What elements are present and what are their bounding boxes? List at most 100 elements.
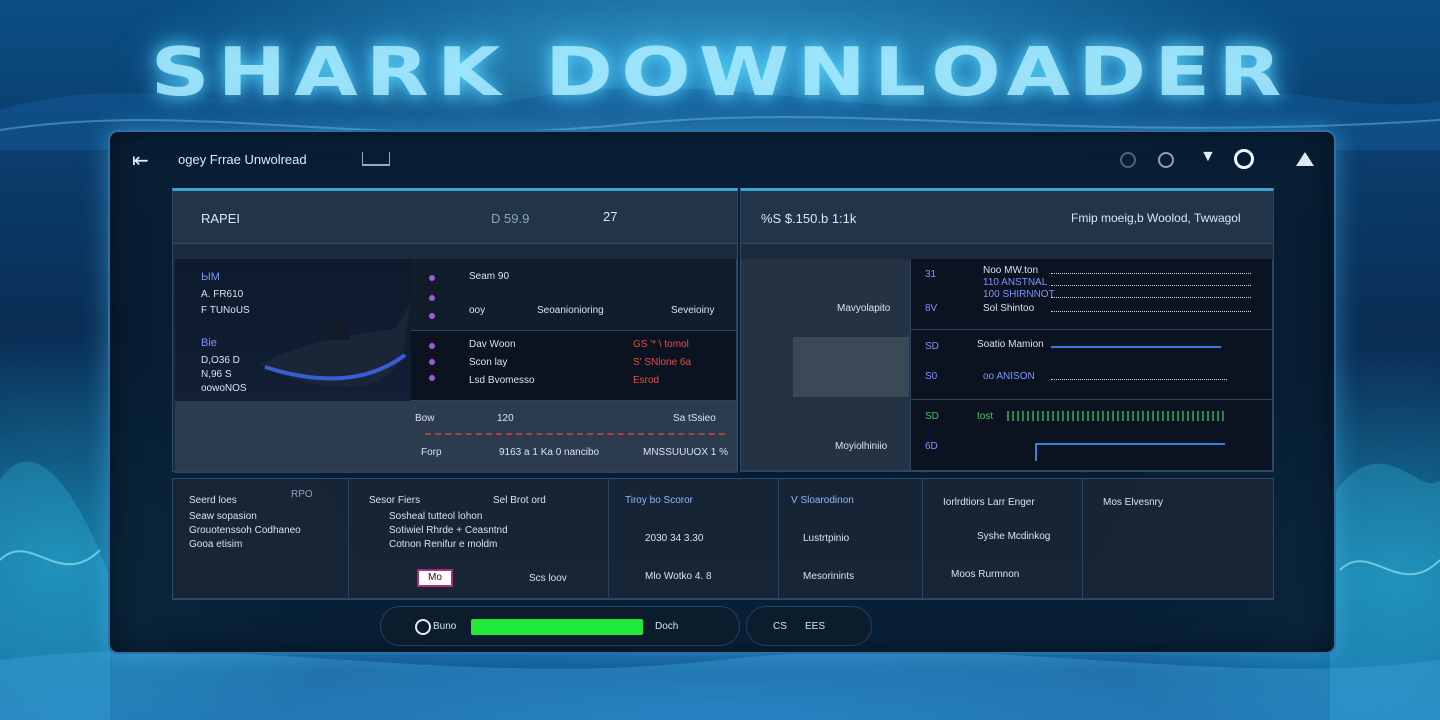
right-row-7-label[interactable]: tost <box>977 411 993 422</box>
col2-head1: Sesor Fiers <box>369 495 421 506</box>
col2-head2: Sel Brot ord <box>493 495 546 506</box>
right-row-4-label[interactable]: Sol Shintoo <box>983 303 1034 314</box>
close-icon[interactable] <box>1234 149 1254 169</box>
right-row-1-num: 31 <box>925 269 937 280</box>
col1-head1: Seerd loes <box>189 495 237 506</box>
right-left-column: Mavyolapito Moyiolhiniio <box>741 259 911 471</box>
col1-line3[interactable]: Gooa etisim <box>189 539 242 550</box>
right-row-5-num: SD <box>925 341 939 352</box>
minimize-icon[interactable] <box>1120 152 1136 168</box>
row-1-value: GS '* \ tomol <box>633 339 689 350</box>
status-dot <box>429 375 435 381</box>
right-row-5-label[interactable]: Soatio Mamion <box>977 339 1044 350</box>
right-header-right: Fmip moeig,b Woolod, Twwagol <box>1071 211 1241 225</box>
right-row-3-label[interactable]: 100 SHIRNNOT <box>983 289 1055 300</box>
bottom-col-6: Mos Elvesnry <box>1083 479 1273 599</box>
bottom-footer-left: Forp <box>421 447 442 458</box>
right-row-6-num: S0 <box>925 371 938 382</box>
shark-image-card[interactable]: ЫМ A. FR610 F TUNoUS Bie D,O36 D N,96 S … <box>175 259 411 401</box>
col2-line2[interactable]: Sotiwiel Rhrde + Ceasntnd <box>389 525 508 536</box>
bottom-col-3: Tiroy bo Scoror 2030 34 3.30 Mlo Wotko 4… <box>609 479 779 599</box>
maximize-icon[interactable] <box>1158 152 1174 168</box>
card1-line-1: ЫМ <box>201 271 220 283</box>
status-dot <box>429 295 435 301</box>
right-left-label: Mavyolapito <box>837 303 891 314</box>
col1-line2[interactable]: Grouotenssoh Codhaneo <box>189 525 301 536</box>
row-2-label[interactable]: Scon lay <box>469 357 507 368</box>
search-label[interactable]: Buno <box>433 621 456 632</box>
footer-status-pill[interactable]: CS EES <box>746 606 872 646</box>
bottom-col-4: V Sloarodinon Lustrtpinio Mesorinints <box>779 479 923 599</box>
col1-line1[interactable]: Seaw sopasion <box>189 511 257 522</box>
left-header-value: D 59.9 <box>491 211 530 226</box>
right-row-1-label[interactable]: Noo MW.ton <box>983 265 1038 276</box>
bottom-footer-mid: 9163 a 1 Ka 0 nancibo <box>499 447 600 458</box>
bottom-row-label: Bow <box>415 413 435 424</box>
right-row-6-label[interactable]: oo ANISON <box>983 371 1035 382</box>
download-progress-pill: Buno Doch <box>380 606 740 646</box>
card1-line-3: F TUNoUS <box>201 305 250 316</box>
col2-line1[interactable]: Sosheal tutteol lohon <box>389 511 482 522</box>
card2-line-1: Bie <box>201 337 217 349</box>
col5-v2: Moos Rurmnon <box>951 569 1020 580</box>
right-row-2-label[interactable]: 110 ANSTNAL <box>983 277 1047 288</box>
left-header-count: 27 <box>603 209 618 224</box>
left-data-rows: Dav Woon GS '* \ tomol Scon lay S' SNlon… <box>411 331 737 401</box>
row-divider <box>911 329 1273 330</box>
list-top-2: ooy <box>469 305 486 316</box>
left-list-top: Seam 90 ooy Seoanionioring Seveioiny <box>411 259 737 331</box>
back-arrow-icon[interactable]: ⇤ <box>132 148 149 173</box>
progress-label: Doch <box>655 621 679 632</box>
row-2-value: S' SNlone 6a <box>633 357 692 368</box>
card2-line-3: N,96 S <box>201 369 232 380</box>
row-divider <box>911 399 1273 400</box>
right-data-list: 31 Noo MW.ton 110 ANSTNAL 100 SHIRNNOT 8… <box>911 259 1273 471</box>
leader-line <box>1051 273 1251 274</box>
col5-head: Iorlrdtiors Larr Enger <box>943 497 1035 508</box>
col1-head2: RPO <box>291 489 313 500</box>
status-dot <box>429 359 435 365</box>
status-icon-label: CS <box>773 621 787 632</box>
row-3-label[interactable]: Lsd Bvomesso <box>469 375 535 386</box>
leader-line <box>1051 297 1251 298</box>
status-dot <box>429 275 435 281</box>
right-row-8-num: 6D <box>925 441 938 452</box>
window-title: ogey Frrae Unwolread <box>178 152 307 167</box>
status-dot <box>429 343 435 349</box>
bottom-grid: Seerd loes RPO Seaw sopasion Grouotensso… <box>172 478 1274 600</box>
bottom-footer-right: MNSSUUUOX 1 % <box>643 447 729 458</box>
right-row-4-num: 8V <box>925 303 938 314</box>
app-window: ⇤ ogey Frrae Unwolread ▼ RAPEI D 59.9 27… <box>108 130 1336 654</box>
left-panel: RAPEI D 59.9 27 ЫМ A. FR610 F TUNoUS Bie… <box>172 188 738 473</box>
hero-title: SHARK DOWNLOADER <box>150 33 1290 112</box>
leader-line <box>1051 311 1251 312</box>
signal-waveform <box>1007 411 1227 421</box>
download-progress-fill <box>471 619 643 635</box>
status-text: EES <box>805 621 826 632</box>
col3-v2: Mlo Wotko 4. 8 <box>645 571 712 582</box>
search-icon[interactable] <box>415 619 431 635</box>
card2-line-4: oowoNOS <box>201 383 247 394</box>
bottom-col-2: Sesor Fiers Sel Brot ord Sosheal tutteol… <box>349 479 609 599</box>
right-left-label-2: Moyiolhiniio <box>835 441 888 452</box>
row-1-label[interactable]: Dav Woon <box>469 339 516 350</box>
column-header-1: Seoanionioring <box>537 305 604 316</box>
col3-v1: 2030 34 3.30 <box>645 533 704 544</box>
step-line <box>1035 443 1225 461</box>
column-header-2: Seveioiny <box>671 305 715 316</box>
shark-icon <box>259 303 411 387</box>
col2-bottom: Scs loov <box>529 573 567 584</box>
chevron-icon[interactable]: ▼ <box>1200 148 1216 166</box>
col2-line3[interactable]: Cotnon Renifur e moldm <box>389 539 497 550</box>
signal-divider <box>425 433 725 435</box>
list-top-1: Seam 90 <box>469 271 510 282</box>
status-dot <box>429 313 435 319</box>
bottom-row-value: 120 <box>497 413 514 424</box>
pin-icon[interactable] <box>362 152 390 166</box>
thumbnail-badge[interactable]: Mo <box>417 569 453 587</box>
download-progress-bar <box>471 619 643 635</box>
warning-icon[interactable] <box>1296 152 1314 166</box>
title-bar: ⇤ ogey Frrae Unwolread ▼ <box>110 132 1334 186</box>
bottom-col-5: Iorlrdtiors Larr Enger Syshe Mcdinkog Mo… <box>923 479 1083 599</box>
right-header-left: %S $.150.b 1:1k <box>761 211 857 226</box>
